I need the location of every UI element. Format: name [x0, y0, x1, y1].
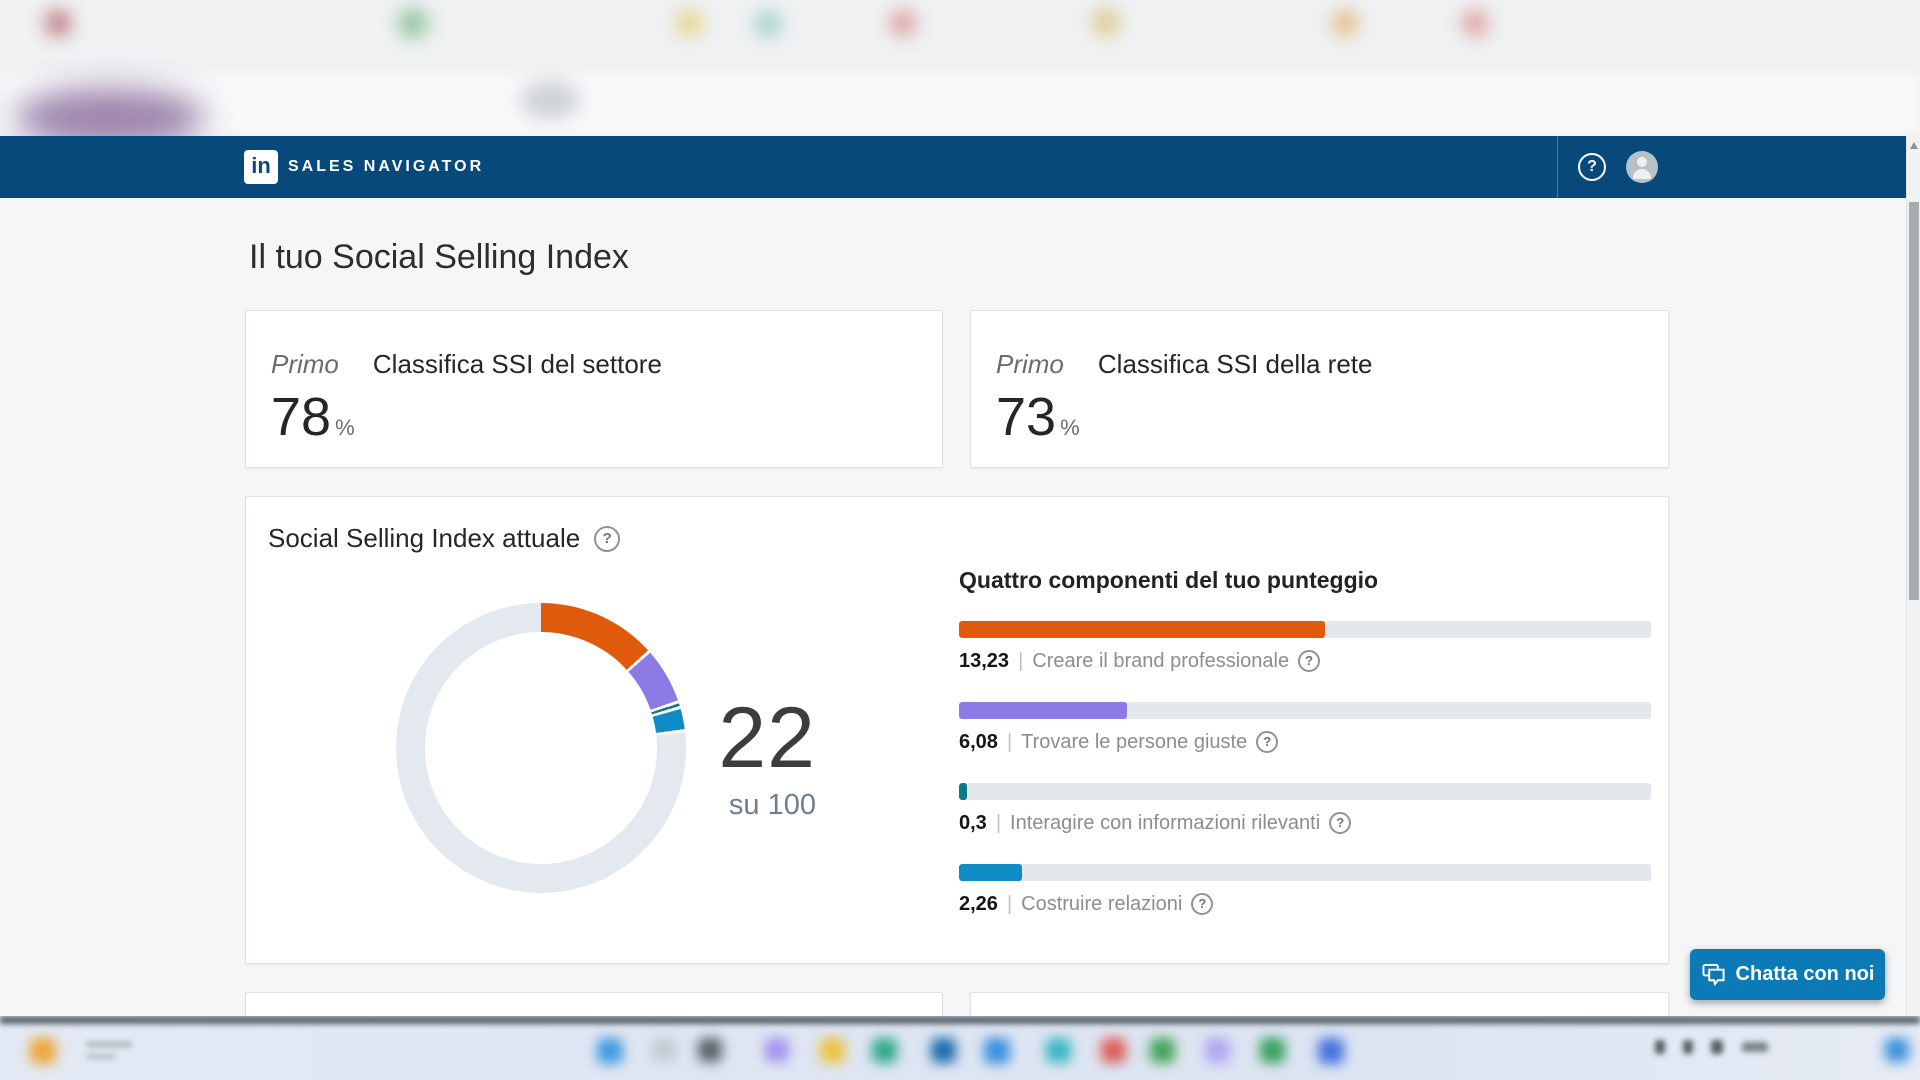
separator: |	[1007, 728, 1012, 756]
percent-sign: %	[1060, 415, 1080, 441]
help-icon[interactable]: ?	[1329, 812, 1351, 834]
taskbar-icon[interactable]	[698, 1038, 722, 1062]
toolbar-icon-blurred	[520, 80, 580, 120]
ssi-donut	[396, 603, 686, 893]
taskbar-top-edge	[0, 1016, 1920, 1024]
chat-with-us-button[interactable]: Chatta con noi	[1690, 949, 1885, 1000]
system-tray-icon[interactable]	[1655, 1040, 1665, 1054]
taskbar-icon[interactable]	[765, 1038, 789, 1062]
tab-favicon-blurred	[676, 10, 702, 36]
tab-favicon-blurred	[398, 8, 428, 38]
component-score: 13,23	[959, 647, 1009, 675]
scrollbar-thumb[interactable]	[1909, 202, 1919, 600]
taskbar-icon[interactable]	[872, 1038, 897, 1063]
taskbar-icon[interactable]	[597, 1038, 623, 1064]
system-tray-icon[interactable]	[1683, 1040, 1693, 1054]
linkedin-logo-icon: in	[244, 150, 278, 184]
component-bar-track	[959, 783, 1651, 800]
rank-card-title: Classifica SSI della rete	[1098, 349, 1373, 380]
taskbar-icon[interactable]	[984, 1038, 1010, 1064]
ssi-score-value: 22	[646, 695, 816, 781]
component-bar-fill	[959, 864, 1022, 881]
component-build-relationships: 2,26 | Costruire relazioni ?	[959, 864, 1651, 918]
system-tray-text-blurred	[1742, 1042, 1768, 1052]
component-label: Creare il brand professionale	[1032, 647, 1289, 675]
tab-favicon-blurred	[1332, 10, 1358, 36]
component-bar-track	[959, 864, 1651, 881]
score-components: Quattro componenti del tuo punteggio 13,…	[959, 565, 1651, 945]
chat-button-label: Chatta con noi	[1736, 963, 1875, 986]
tab-favicon-blurred	[45, 10, 71, 36]
taskbar-icon[interactable]	[1046, 1038, 1071, 1063]
taskbar-icon[interactable]	[820, 1038, 845, 1063]
tab-favicon-blurred	[756, 12, 780, 36]
component-engage-insights: 0,3 | Interagire con informazioni rileva…	[959, 783, 1651, 837]
help-icon[interactable]: ?	[1578, 153, 1606, 181]
taskbar-icon[interactable]	[652, 1038, 676, 1062]
taskbar-icon[interactable]	[1885, 1038, 1909, 1062]
rank-percentile-value: 73	[996, 390, 1056, 444]
component-score: 0,3	[959, 809, 987, 837]
rank-label: Primo	[996, 349, 1064, 380]
help-icon[interactable]: ?	[1256, 731, 1278, 753]
tab-favicon-blurred	[1092, 8, 1120, 36]
page-title: Il tuo Social Selling Index	[249, 238, 629, 277]
rank-label: Primo	[271, 349, 339, 380]
component-bar-fill	[959, 621, 1325, 638]
current-ssi-card: Social Selling Index attuale ? 22 su 100…	[245, 496, 1669, 964]
taskbar-icon[interactable]	[1260, 1038, 1285, 1063]
component-professional-brand: 13,23 | Creare il brand professionale ?	[959, 621, 1651, 675]
component-score: 2,26	[959, 890, 998, 918]
tab-favicon-blurred	[890, 10, 916, 36]
ssi-score-caption: su 100	[646, 789, 816, 822]
separator: |	[996, 809, 1001, 837]
component-bar-fill	[959, 783, 967, 800]
separator: |	[1018, 647, 1023, 675]
help-icon[interactable]: ?	[1298, 650, 1320, 672]
taskbar-icon[interactable]	[30, 1038, 56, 1064]
taskbar-text-blurred	[86, 1054, 116, 1059]
help-icon[interactable]: ?	[594, 526, 620, 552]
taskbar-icon[interactable]	[1101, 1038, 1126, 1063]
rank-percentile-value: 78	[271, 390, 331, 444]
header-divider	[1557, 136, 1558, 198]
components-heading: Quattro componenti del tuo punteggio	[959, 565, 1651, 595]
taskbar-blurred	[0, 1016, 1920, 1080]
app-header: in SALES NAVIGATOR ?	[0, 136, 1906, 198]
brand-name: SALES NAVIGATOR	[288, 158, 484, 176]
percent-sign: %	[335, 415, 355, 441]
ssi-score: 22 su 100	[646, 695, 816, 822]
component-bar-track	[959, 621, 1651, 638]
separator: |	[1007, 890, 1012, 918]
scrollbar[interactable]	[1906, 136, 1920, 1080]
screen: in SALES NAVIGATOR ? Il tuo Social Selli…	[0, 0, 1920, 1080]
system-tray-icon[interactable]	[1711, 1040, 1723, 1054]
component-find-right-people: 6,08 | Trovare le persone giuste ?	[959, 702, 1651, 756]
component-label: Costruire relazioni	[1021, 890, 1182, 918]
taskbar-icon[interactable]	[1318, 1038, 1344, 1064]
component-label: Interagire con informazioni rilevanti	[1010, 809, 1320, 837]
ssi-card-title: Social Selling Index attuale	[268, 523, 580, 554]
tab-favicon-blurred	[1462, 10, 1488, 36]
sales-navigator-logo[interactable]: in SALES NAVIGATOR	[244, 136, 484, 198]
industry-ssi-rank-card: Primo Classifica SSI del settore 78 %	[245, 310, 943, 468]
help-icon[interactable]: ?	[1191, 893, 1213, 915]
browser-chrome-blurred	[0, 0, 1920, 136]
taskbar-icon[interactable]	[931, 1038, 956, 1063]
rank-card-title: Classifica SSI del settore	[373, 349, 662, 380]
component-label: Trovare le persone giuste	[1021, 728, 1247, 756]
chat-bubbles-icon	[1701, 963, 1727, 986]
component-bar-track	[959, 702, 1651, 719]
taskbar-icon[interactable]	[1150, 1038, 1175, 1063]
network-ssi-rank-card: Primo Classifica SSI della rete 73 %	[970, 310, 1669, 468]
avatar[interactable]	[1626, 151, 1658, 183]
address-bar-blurred	[0, 74, 1920, 134]
taskbar-icon[interactable]	[1205, 1038, 1230, 1063]
scrollbar-up-arrow[interactable]	[1910, 142, 1918, 149]
taskbar-text-blurred	[86, 1042, 132, 1047]
component-score: 6,08	[959, 728, 998, 756]
component-bar-fill	[959, 702, 1127, 719]
